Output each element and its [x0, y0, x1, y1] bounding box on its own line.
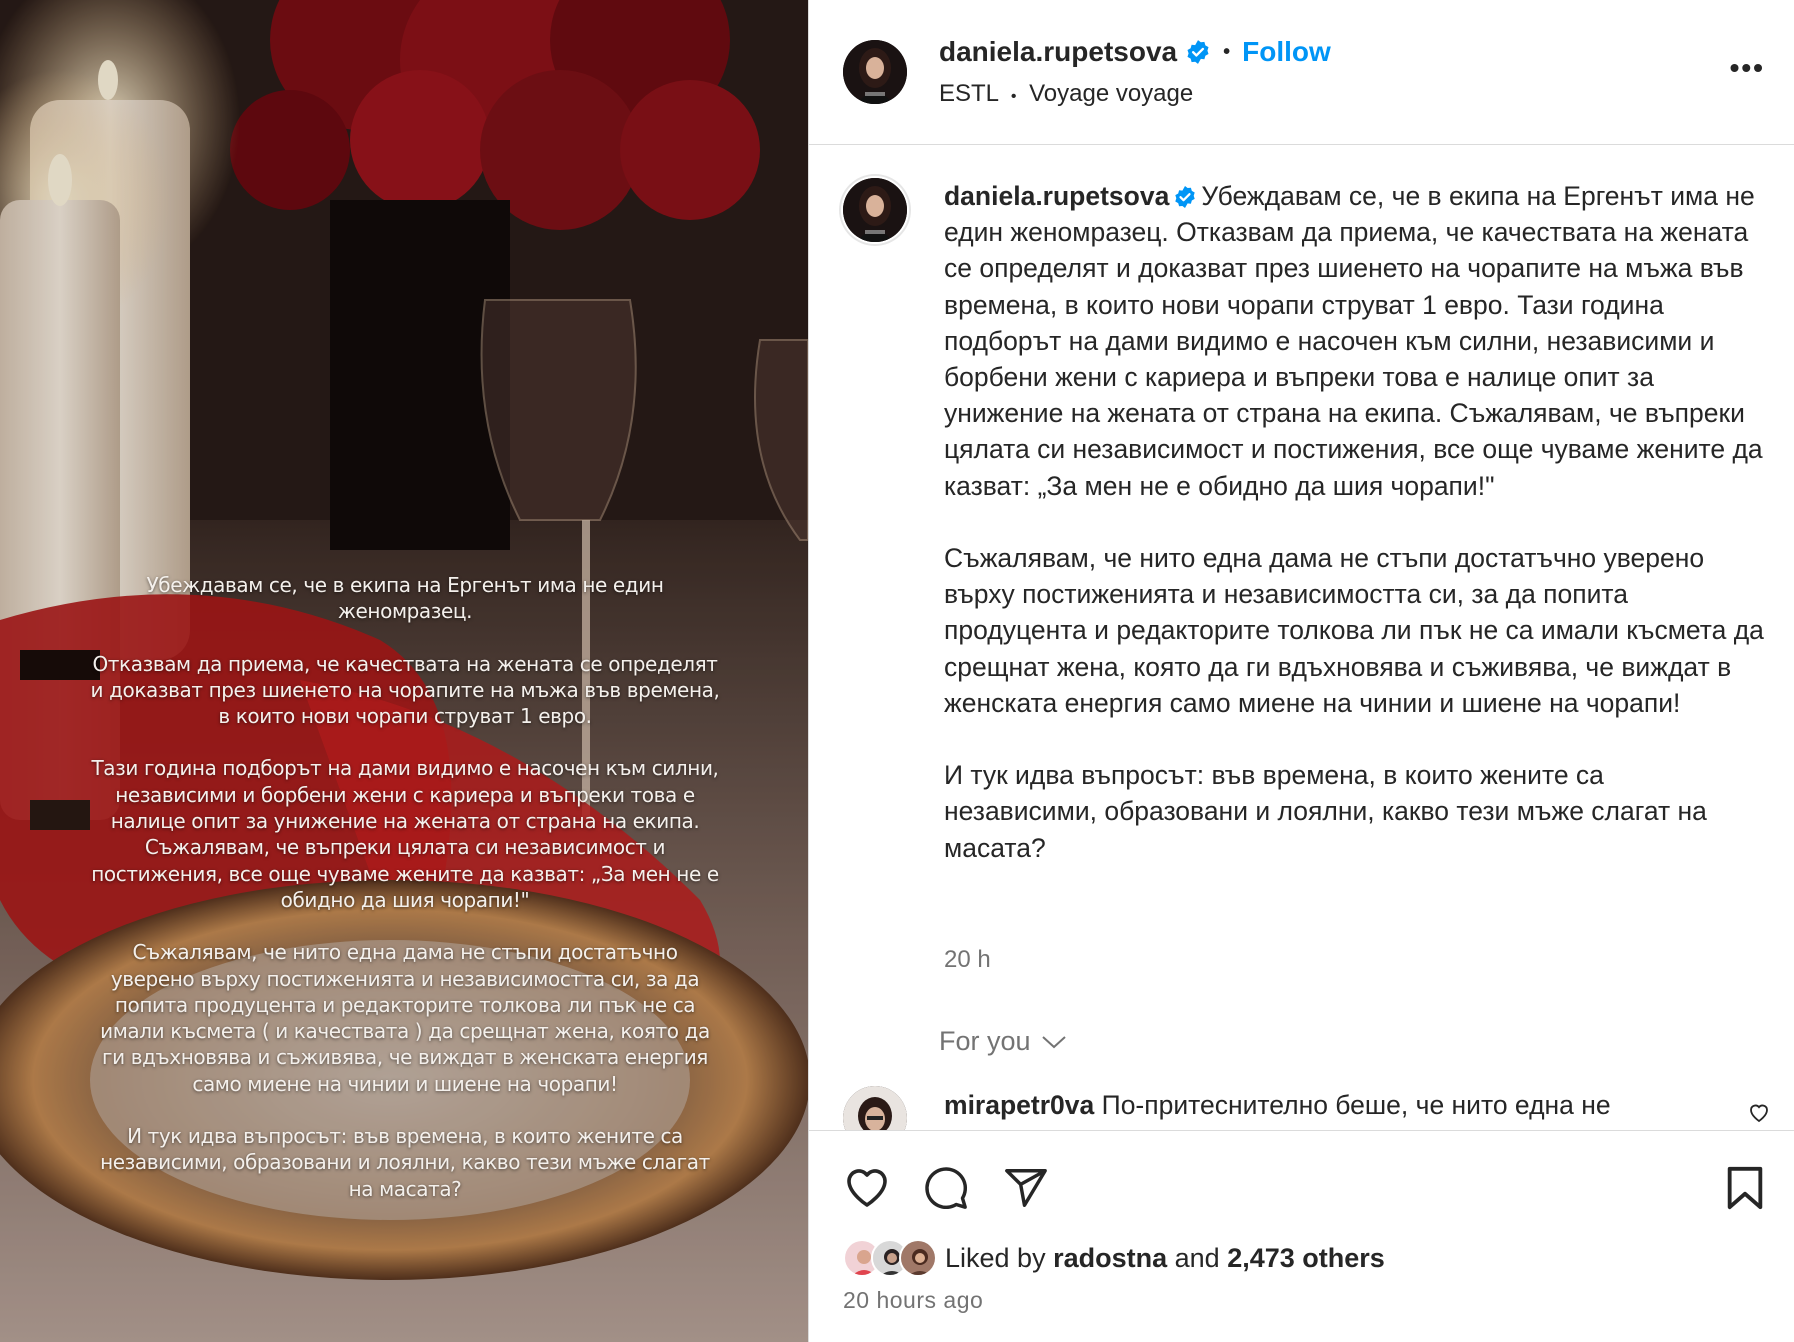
more-options-button[interactable]: ••• — [1730, 52, 1765, 84]
likes-others-count[interactable]: 2,473 others — [1227, 1243, 1385, 1274]
commenter-avatar[interactable] — [843, 1086, 907, 1131]
comment-bubble-icon — [925, 1167, 968, 1210]
post-actions: Liked by radostna and 2,473 others 20 ho… — [809, 1130, 1794, 1342]
comment-button[interactable] — [923, 1165, 969, 1211]
caption-timestamp[interactable]: 20 h — [944, 946, 991, 974]
liked-by-prefix: Liked by — [945, 1242, 1046, 1273]
liker-avatar — [899, 1239, 937, 1277]
media-overlay-text: Убеждавам се, че в екипа на Ергенът има … — [90, 572, 720, 1228]
overlay-paragraph: Убеждавам се, че в екипа на Ергенът има … — [146, 573, 664, 624]
liker-avatars — [843, 1239, 937, 1277]
likes-summary[interactable]: Liked by radostna and 2,473 others — [843, 1239, 1385, 1277]
like-button[interactable] — [843, 1165, 891, 1209]
liked-by-and: and — [1174, 1242, 1220, 1273]
comments-scroll-area[interactable]: daniela.rupetsova Убеждавам се, че в екип… — [809, 146, 1794, 1131]
commenter-username[interactable]: mirapetr0va — [944, 1090, 1094, 1120]
author-avatar[interactable] — [843, 40, 907, 104]
save-button[interactable] — [1725, 1165, 1765, 1211]
overlay-paragraph: Съжалявам, че нито една дама не стъпи до… — [100, 940, 710, 1096]
overlay-paragraph: Тази година подборът на дами видимо е на… — [91, 756, 719, 912]
verified-badge-icon — [1187, 40, 1209, 64]
subtitle-separator: • — [1010, 88, 1017, 105]
author-username[interactable]: daniela.rupetsova — [939, 36, 1177, 68]
post-subtitle: ESTL • Voyage voyage — [939, 80, 1193, 108]
caption-author-avatar[interactable] — [843, 178, 907, 242]
chevron-down-icon — [1041, 1035, 1066, 1048]
audio-title-link[interactable]: Voyage voyage — [1029, 80, 1193, 107]
caption-paragraph: И тук идва въпросът: във времена, в коит… — [944, 760, 1707, 863]
comment-text: По-притеснително беше, че нито една не — [1101, 1090, 1611, 1120]
for-you-label: For you — [939, 1026, 1031, 1056]
share-button[interactable] — [1003, 1165, 1049, 1211]
overlay-paragraph: И тук идва въпросът: във времена, в коит… — [100, 1124, 710, 1201]
caption-username[interactable]: daniela.rupetsova — [944, 181, 1169, 211]
post-caption: daniela.rupetsova Убеждавам се, че в екип… — [944, 178, 1764, 866]
caption-text: Убеждавам се, че в екипа на Ергенът има … — [944, 181, 1763, 501]
heart-icon — [847, 1169, 887, 1207]
comment-item: mirapetr0va По-притеснително беше, че ни… — [944, 1090, 1724, 1121]
separator-dot: • — [1223, 40, 1231, 63]
post-panel: daniela.rupetsova • Follow ESTL • Voyage… — [808, 0, 1794, 1342]
comment-like-heart-icon[interactable] — [1747, 1100, 1771, 1124]
caption-paragraph: Съжалявам, че нито една дама не стъпи до… — [944, 543, 1764, 718]
post-media[interactable]: Убеждавам се, че в екипа на Ергенът има … — [0, 0, 808, 1342]
audio-artist-link[interactable]: ESTL — [939, 80, 998, 107]
overlay-paragraph: Отказвам да приема, че качествата на жен… — [90, 651, 720, 729]
post-header: daniela.rupetsova • Follow ESTL • Voyage… — [809, 0, 1794, 145]
verified-badge-icon — [1175, 186, 1196, 208]
caption-paragraph: daniela.rupetsova Убеждавам се, че в екип… — [944, 178, 1764, 504]
send-paper-plane-icon — [1005, 1169, 1047, 1207]
for-you-dropdown[interactable]: For you — [939, 1026, 1067, 1057]
bookmark-icon — [1727, 1166, 1763, 1210]
post-time-ago[interactable]: 20 hours ago — [843, 1287, 983, 1314]
follow-button[interactable]: Follow — [1242, 36, 1331, 68]
post-header-user: daniela.rupetsova • Follow — [939, 36, 1331, 68]
liked-by-user[interactable]: radostna — [1053, 1243, 1167, 1274]
